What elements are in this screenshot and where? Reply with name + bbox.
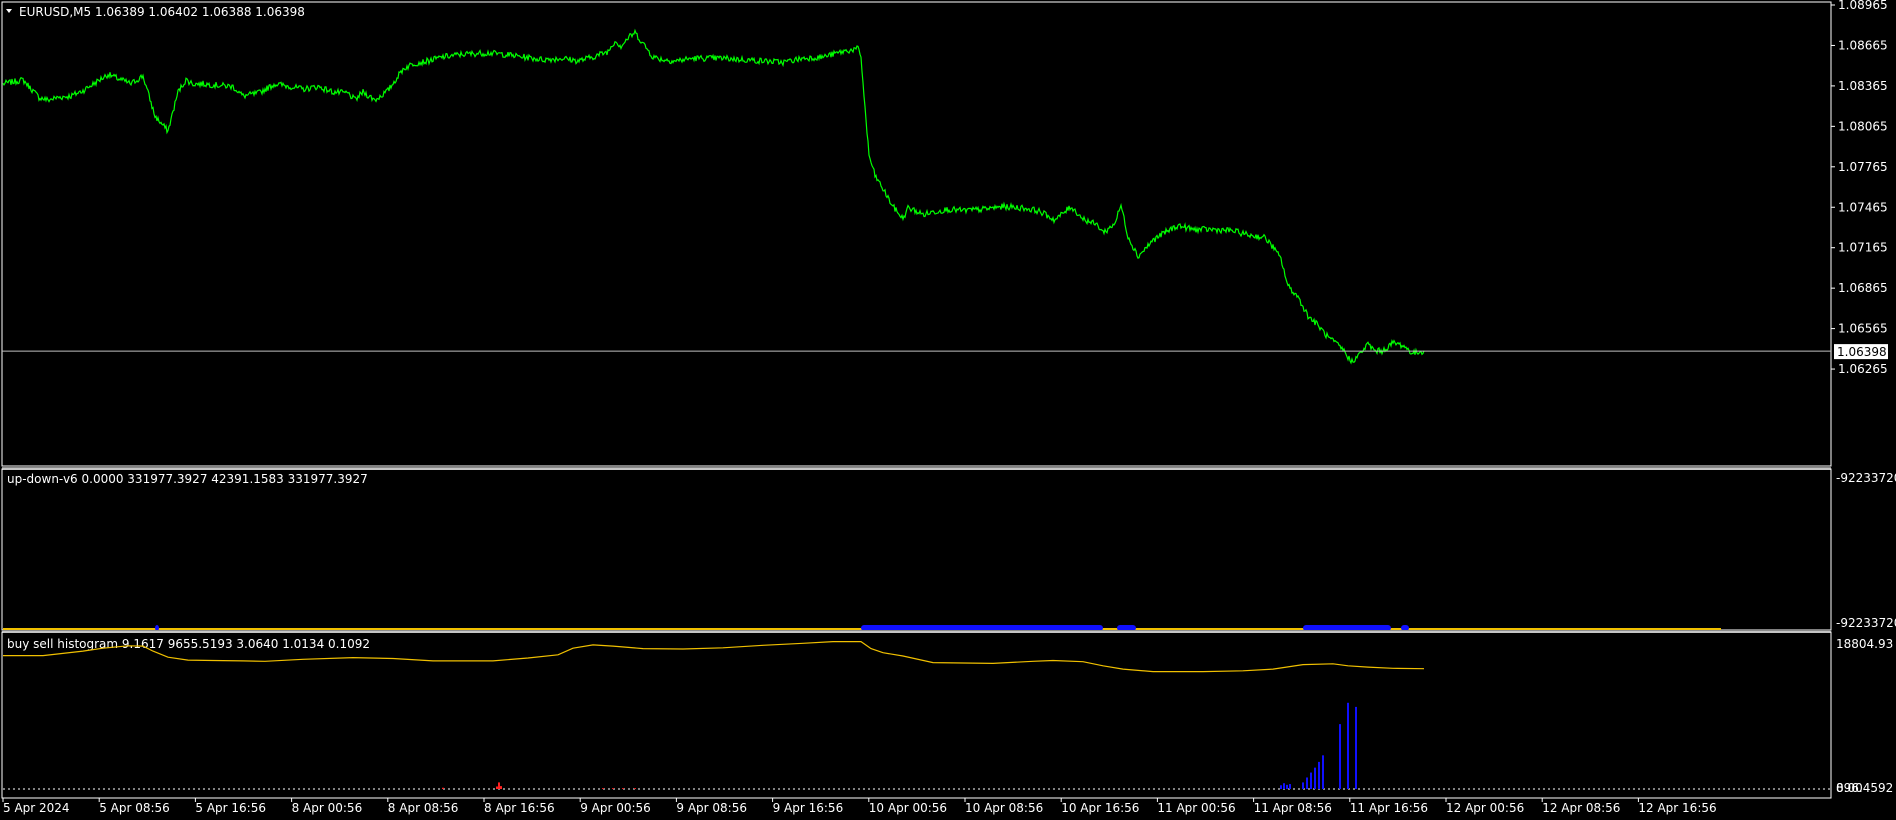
updown-scale-top: -92233720 — [1836, 471, 1896, 485]
updown-scale-bottom: -92233720 — [1836, 616, 1896, 630]
price-scale-label: 1.07465 — [1838, 200, 1888, 214]
price-scale-label: 1.08065 — [1838, 119, 1888, 133]
time-axis-label: 11 Apr 00:56 — [1157, 801, 1235, 815]
price-scale-label: 1.08965 — [1838, 0, 1888, 12]
price-scale-label: 1.06565 — [1838, 322, 1888, 336]
time-axis-label: 12 Apr 08:56 — [1542, 801, 1620, 815]
current-price-label: 1.06398 — [1837, 345, 1887, 359]
trading-chart-window: 1.08965 1.08665 1.08365 1.08065 1.07765 1.074… — [0, 0, 1896, 820]
time-axis-label: 8 Apr 00:56 — [292, 801, 363, 815]
time-axis-label: 8 Apr 16:56 — [484, 801, 555, 815]
chart-canvas[interactable]: 1.08965 1.08665 1.08365 1.08065 1.07765 1.074… — [0, 0, 1896, 820]
price-scale-label: 1.06865 — [1838, 281, 1888, 295]
price-scale-label: 1.08365 — [1838, 79, 1888, 93]
time-axis-label: 10 Apr 08:56 — [965, 801, 1043, 815]
price-scale-label: 1.07765 — [1838, 160, 1888, 174]
time-axis-label: 8 Apr 08:56 — [388, 801, 459, 815]
price-scale-label: 1.07165 — [1838, 241, 1888, 255]
time-axis-label: 9 Apr 16:56 — [773, 801, 844, 815]
time-axis-label: 5 Apr 08:56 — [99, 801, 170, 815]
time-axis-label: 9 Apr 08:56 — [676, 801, 747, 815]
price-scale-label: 1.06265 — [1838, 362, 1888, 376]
histogram-scale-bottom-b: 896.4592 — [1836, 781, 1893, 795]
time-axis-label: 10 Apr 00:56 — [869, 801, 947, 815]
updown-pane-title: up-down-v6 0.0000 331977.3927 42391.1583… — [7, 472, 368, 486]
time-axis-label: 10 Apr 16:56 — [1061, 801, 1139, 815]
time-axis-label: 11 Apr 08:56 — [1254, 801, 1332, 815]
time-axis-label: 5 Apr 16:56 — [195, 801, 266, 815]
time-axis-label: 12 Apr 00:56 — [1446, 801, 1524, 815]
time-axis-label: 9 Apr 00:56 — [580, 801, 651, 815]
histogram-pane-title: buy sell histogram 9.1617 9655.5193 3.06… — [7, 637, 370, 651]
time-axis-label: 12 Apr 16:56 — [1638, 801, 1716, 815]
histogram-scale-top: 18804.93 — [1836, 637, 1893, 651]
time-axis-label: 5 Apr 2024 — [3, 801, 70, 815]
main-pane-title: EURUSD,M5 1.06389 1.06402 1.06388 1.0639… — [19, 5, 305, 19]
price-scale-label: 1.08665 — [1838, 38, 1888, 52]
time-axis-label: 11 Apr 16:56 — [1350, 801, 1428, 815]
